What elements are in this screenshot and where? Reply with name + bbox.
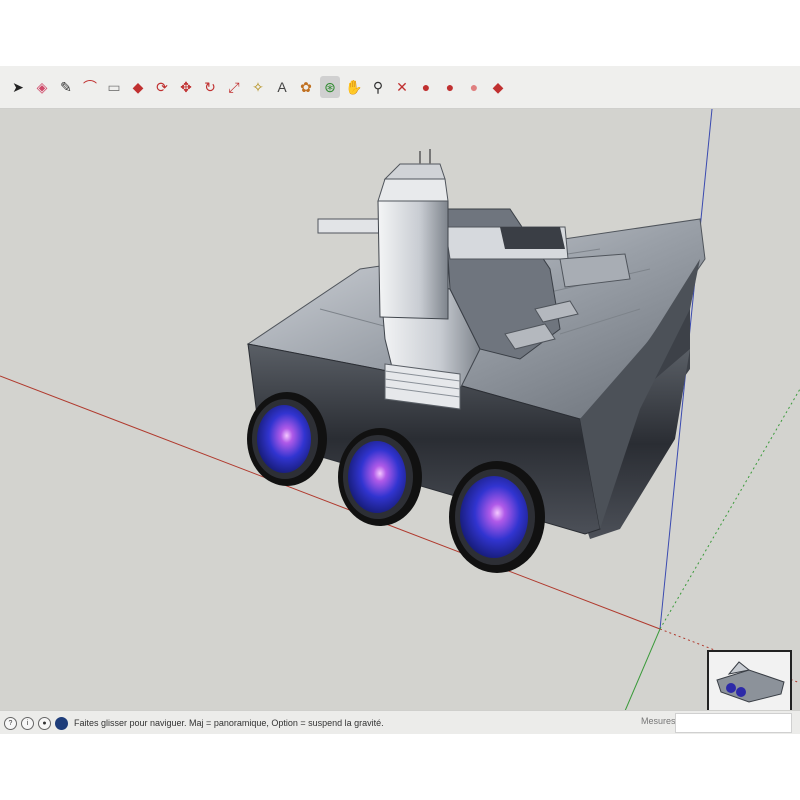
thruster-middle (338, 428, 422, 526)
status-bar: ? i ● Faites glisser pour naviguer. Maj … (0, 710, 800, 734)
eraser-icon[interactable]: ◈ (32, 76, 52, 98)
bridge-block (377, 200, 449, 320)
info-icon[interactable]: ? (4, 716, 17, 730)
geolocation-icon[interactable] (55, 716, 68, 730)
green-axis (621, 628, 661, 719)
bridge-top2 (383, 163, 446, 180)
push-pull-icon[interactable]: ◆ (128, 76, 148, 98)
arrow-select-icon[interactable]: ➤ (8, 76, 28, 98)
extension-warehouse-icon[interactable]: ● (440, 76, 460, 98)
pencil-line-icon[interactable]: ✎ (56, 76, 76, 98)
move-icon[interactable]: ✥ (176, 76, 196, 98)
zoom-icon[interactable]: ⚲ (368, 76, 388, 98)
rotate-icon[interactable]: ↻ (200, 76, 220, 98)
arc-icon[interactable]: ⌒ (80, 76, 100, 98)
measures-label: Mesures (641, 716, 676, 726)
ruby-console-icon[interactable]: ◆ (488, 76, 508, 98)
scene-canvas (0, 108, 800, 719)
green-axis-dotted (659, 388, 800, 630)
paint-bucket-icon[interactable]: ✿ (296, 76, 316, 98)
wing-left (317, 218, 381, 234)
wing-right-dark (500, 227, 565, 249)
send-to-layout-icon[interactable]: ● (464, 76, 484, 98)
user-icon[interactable]: ● (38, 716, 51, 730)
sketchup-window: ➤ ◈ ✎ ⌒ ▭ ◆ ⟳ ✥ ↻ ⤢ ✧ A ✿ ⊛ ✋ ⚲ ✕ ● ● ● ◆ (0, 66, 800, 734)
zoom-extents-icon[interactable]: ✕ (392, 76, 412, 98)
text-label-icon[interactable]: A (272, 76, 292, 98)
status-hint: Faites glisser pour naviguer. Maj = pano… (74, 718, 384, 728)
3d-warehouse-icon[interactable]: ● (416, 76, 436, 98)
offset-icon[interactable]: ⟳ (152, 76, 172, 98)
rectangle-icon[interactable]: ▭ (104, 76, 124, 98)
scale-icon[interactable]: ⤢ (224, 76, 244, 98)
measures-input[interactable] (675, 713, 792, 733)
credits-icon[interactable]: i (21, 716, 34, 730)
thruster-left (247, 392, 327, 486)
3d-viewport[interactable] (0, 108, 800, 719)
pan-hand-icon[interactable]: ✋ (344, 76, 364, 98)
tool-palette: ➤ ◈ ✎ ⌒ ▭ ◆ ⟳ ✥ ↻ ⤢ ✧ A ✿ ⊛ ✋ ⚲ ✕ ● ● ● ◆ (0, 66, 800, 109)
thruster-right (449, 461, 545, 573)
orbit-icon[interactable]: ⊛ (320, 76, 340, 98)
bridge-top (377, 178, 449, 202)
tape-measure-icon[interactable]: ✧ (248, 76, 268, 98)
